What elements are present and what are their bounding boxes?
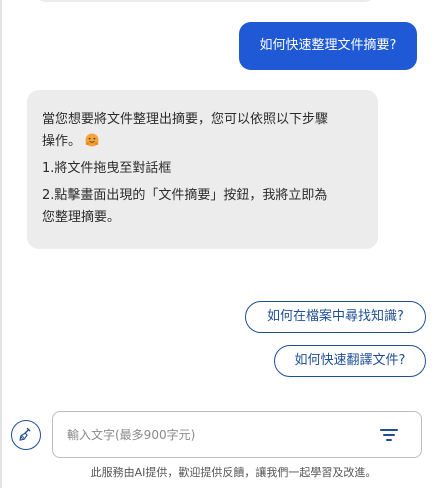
bot-message-line: 操作。 bbox=[42, 131, 364, 153]
bot-message-line: 1.將文件拖曳至對話框 bbox=[42, 161, 172, 176]
previous-message-bubble bbox=[34, 0, 376, 2]
suggestion-chip-translate-document[interactable]: 如何快速翻譯文件? bbox=[274, 345, 426, 377]
panel-left-border bbox=[0, 0, 2, 488]
user-message-bubble: 如何快速整理文件摘要? bbox=[239, 22, 417, 70]
filter-button[interactable] bbox=[378, 424, 400, 446]
message-input-box bbox=[52, 411, 422, 458]
ai-disclaimer-note: 此服務由AI提供，歡迎提供反饋，讓我們一起學習及改進。 bbox=[90, 466, 377, 479]
message-input[interactable] bbox=[67, 424, 367, 446]
bot-message-line: 當您想要將文件整理出摘要，您可以依照以下步驟 bbox=[42, 112, 329, 127]
broom-icon bbox=[19, 427, 31, 441]
bot-message-bubble: 當您想要將文件整理出摘要，您可以依照以下步驟 操作。 1.將文件拖曳至對話框 2… bbox=[27, 90, 378, 249]
filter-lines-icon bbox=[380, 429, 398, 441]
bot-message-line: 您整理摘要。 bbox=[42, 210, 121, 225]
suggestion-chip-search-knowledge[interactable]: 如何在檔案中尋找知識? bbox=[245, 301, 426, 333]
bot-message-line: 2.點擊畫面出現的「文件摘要」按鈕，我將立即為 bbox=[42, 188, 328, 203]
hugging-face-emoji-icon bbox=[85, 133, 99, 147]
clear-conversation-button[interactable] bbox=[11, 420, 41, 450]
bot-message-text: 操作。 bbox=[42, 134, 82, 149]
